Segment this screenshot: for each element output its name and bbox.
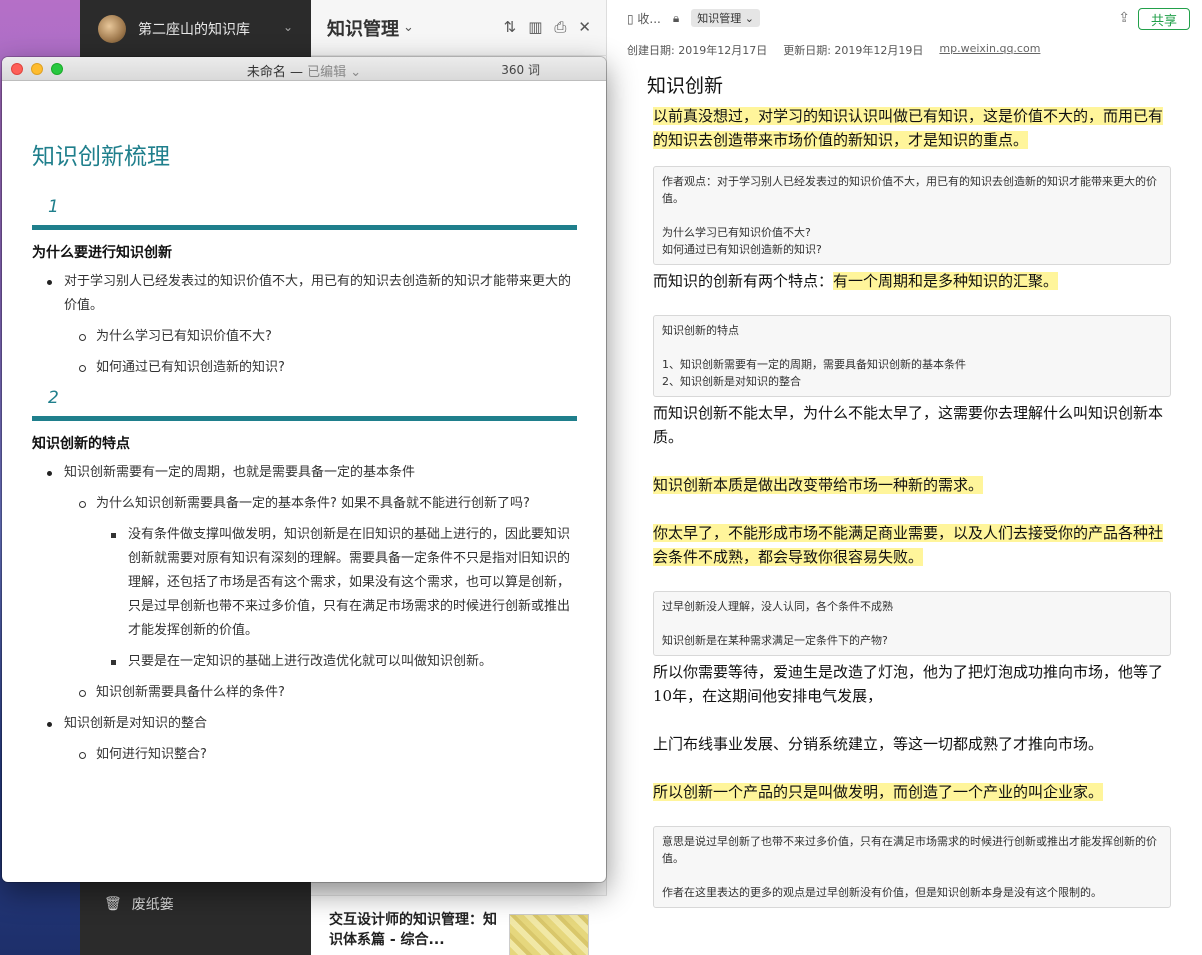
avatar <box>98 15 126 43</box>
editor-window[interactable]: 未命名 — 已编辑 ⌄ 360 词 知识创新梳理 1 为什么要进行知识创新 对于… <box>2 57 606 882</box>
note-card[interactable]: 交互设计师的知识管理：知识体系篇 - 综合... <box>311 895 607 955</box>
bullet-list: 对于学习别人已经发表过的知识价值不大，用已有的知识去创造新的知识才能带来更大的价… <box>32 270 577 380</box>
doc-title: 知识创新梳理 <box>32 144 170 170</box>
bullet-list: 知识创新需要有一定的周期，也就是需要具备一定的基本条件 为什么知识创新需要具备一… <box>32 461 577 767</box>
note-toolbar: ▯ 收... 🔒︎ 知识管理 ⌄ <box>607 0 1202 36</box>
editor-content[interactable]: 知识创新梳理 1 为什么要进行知识创新 对于学习别人已经发表过的知识价值不大，用… <box>32 81 577 774</box>
highlighted-text: 以前真没想过，对学习的知识认识叫做已有知识，这是价值不大的，而用已有的知识去创造… <box>653 107 1164 149</box>
note-list-title[interactable]: 知识管理 <box>327 15 399 41</box>
reminder-icon[interactable]: ⎙ <box>554 18 566 36</box>
comment-box: 意思是说过早创新了也带不来过多价值，只有在满足市场需求的时候进行创新或推出才能发… <box>653 826 1171 908</box>
note-body[interactable]: 知识创新 以前真没想过，对学习的知识认识叫做已有知识，这是价值不大的，而用已有的… <box>647 74 1171 912</box>
updated-date: 更新日期: 2019年12月19日 <box>783 44 924 57</box>
comment-line: 知识创新的特点 <box>662 324 739 337</box>
comment-line: 2、知识创新是对知识的整合 <box>662 375 801 388</box>
list-item: 如何通过已有知识创造新的知识? <box>32 356 577 380</box>
highlighted-text: 你太早了，不能形成市场不能满足商业需要，以及人们去接受你的产品各种社会条件不成熟… <box>653 524 1164 566</box>
paragraph: 而知识的创新有两个特点：有一个周期和是多种知识的汇聚。 <box>653 269 1171 293</box>
comment-line: 意思是说过早创新了也带不来过多价值，只有在满足市场需求的时候进行创新或推出才能发… <box>662 835 1157 865</box>
paragraph: 而知识创新不能太早，为什么不能太早了，这需要你去理解什么叫知识创新本质。 <box>653 404 1164 446</box>
created-date: 创建日期: 2019年12月17日 <box>627 44 768 57</box>
collect-button[interactable]: ▯ 收... <box>627 10 661 27</box>
note-meta: 创建日期: 2019年12月17日 更新日期: 2019年12月19日 mp.w… <box>627 42 1040 58</box>
section-divider <box>32 225 577 230</box>
comment-box: 过早创新没人理解，没人认同，各个条件不成熟 知识创新是在某种需求满足一定条件下的… <box>653 591 1171 656</box>
comment-line: 过早创新没人理解，没人认同，各个条件不成熟 <box>662 600 893 613</box>
sidebar-item-trash[interactable]: 🗑 废纸篓 <box>104 894 174 914</box>
note-view: ▯ 收... 🔒︎ 知识管理 ⌄ ⇪ 共享 创建日期: 2019年12月17日 … <box>607 0 1202 955</box>
view-toggle-icon[interactable]: ▥ <box>528 18 542 36</box>
list-item: 对于学习别人已经发表过的知识价值不大，用已有的知识去创造新的知识才能带来更大的价… <box>32 270 577 318</box>
trash-icon: 🗑 <box>104 896 122 912</box>
list-item: 没有条件做支撑叫做发明，知识创新是在旧知识的基础上进行的，因此要知识创新就需要对… <box>32 523 577 643</box>
list-item: 只要是在一定知识的基础上进行改造优化就可以叫做知识创新。 <box>32 650 577 674</box>
comment-line: 为什么学习已有知识价值不大? <box>662 226 811 239</box>
paragraph: 上门布线事业发展、分销系统建立，等这一切都成熟了才推向市场。 <box>653 735 1104 753</box>
paragraph-text: 而知识的创新有两个特点： <box>653 272 834 290</box>
list-item: 为什么学习已有知识价值不大? <box>32 325 577 349</box>
window-titlebar[interactable]: 未命名 — 已编辑 ⌄ 360 词 <box>2 57 606 81</box>
word-count: 360 词 <box>501 63 540 77</box>
section-divider <box>32 416 577 421</box>
comment-line: 作者观点：对于学习别人已经发表过的知识价值不大，用已有的知识去创造新的知识才能带… <box>662 175 1157 205</box>
source-link[interactable]: mp.weixin.qq.com <box>939 42 1040 58</box>
note-list-header: 知识管理 ⌄ ⇅ ▥ ⎙ ✕ <box>311 0 607 56</box>
note-list-toolbar: ⇅ ▥ ⎙ ✕ <box>504 18 591 36</box>
comment-line: 如何通过已有知识创造新的知识? <box>662 243 822 256</box>
notebook-chip[interactable]: 知识管理 ⌄ <box>691 9 760 27</box>
paragraph: 所以你需要等待，爱迪生是改造了灯泡，他为了把灯泡成功推向市场，他等了10年，在这… <box>653 663 1164 705</box>
lock-icon[interactable]: 🔒︎ <box>673 11 679 26</box>
share-icon[interactable]: ⇪ <box>1118 10 1130 26</box>
highlighted-text: 知识创新本质是做出改变带给市场一种新的需求。 <box>653 476 984 494</box>
section-number: 1 <box>48 197 59 217</box>
highlighted-text: 所以创新一个产品的只是叫做发明，而创造了一个产业的叫企业家。 <box>653 783 1104 801</box>
comment-line: 知识创新是在某种需求满足一定条件下的产物? <box>662 634 888 647</box>
window-title-text: 未命名 — <box>246 65 308 80</box>
notebook-switcher[interactable]: 第二座山的知识库 ⌄ <box>80 0 311 58</box>
close-icon[interactable]: ✕ <box>578 18 591 36</box>
comment-line: 作者在这里表达的更多的观点是过早创新没有价值，但是知识创新本身是没有这个限制的。 <box>662 886 1102 899</box>
section-heading: 为什么要进行知识创新 <box>32 245 172 261</box>
sort-icon[interactable]: ⇅ <box>504 18 517 36</box>
edited-status[interactable]: 已编辑 ⌄ <box>307 65 361 80</box>
section-number: 2 <box>48 388 59 408</box>
list-item: 知识创新需要具备什么样的条件? <box>32 681 577 705</box>
highlighted-text: 有一个周期和是多种知识的汇聚。 <box>833 272 1059 290</box>
collect-label: 收... <box>637 11 661 26</box>
chevron-down-icon: ⌄ <box>282 20 293 34</box>
notebook-name: 第二座山的知识库 <box>138 22 250 38</box>
note-heading: 知识创新 <box>647 75 724 97</box>
chevron-down-icon[interactable]: ⌄ <box>403 20 414 35</box>
notebook-chip-label: 知识管理 <box>697 12 742 25</box>
comment-box: 知识创新的特点 1、知识创新需要有一定的周期，需要具备知识创新的基本条件 2、知… <box>653 315 1171 397</box>
share-button[interactable]: 共享 <box>1138 8 1190 30</box>
sidebar-item-label: 废纸篓 <box>131 897 174 913</box>
section-heading: 知识创新的特点 <box>32 436 130 452</box>
list-item: 为什么知识创新需要具备一定的基本条件? 如果不具备就不能进行创新了吗? <box>32 492 577 516</box>
list-item: 知识创新需要有一定的周期，也就是需要具备一定的基本条件 <box>32 461 577 485</box>
list-item: 如何进行知识整合? <box>32 743 577 767</box>
note-card-thumbnail <box>509 914 589 955</box>
note-card-title: 交互设计师的知识管理：知识体系篇 - 综合... <box>329 912 497 948</box>
comment-line: 1、知识创新需要有一定的周期，需要具备知识创新的基本条件 <box>662 358 966 371</box>
comment-box: 作者观点：对于学习别人已经发表过的知识价值不大，用已有的知识去创造新的知识才能带… <box>653 166 1171 265</box>
list-item: 知识创新是对知识的整合 <box>32 712 577 736</box>
